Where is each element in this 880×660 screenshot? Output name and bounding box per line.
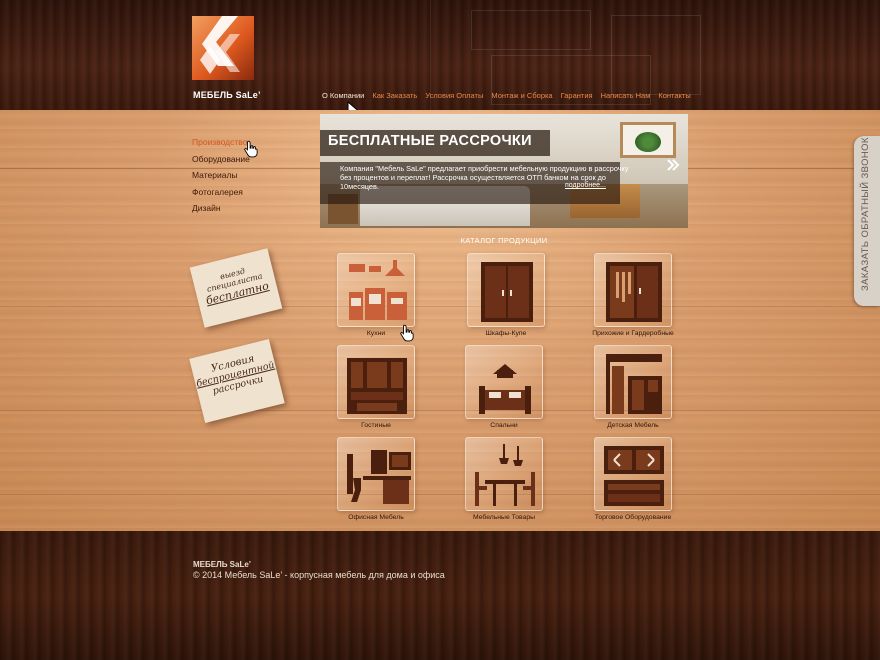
office-icon	[347, 450, 411, 504]
dining-icon	[475, 444, 535, 506]
catalog-item-wardrobes[interactable]: Шкафы-Купе	[467, 253, 547, 345]
catalog-item-label: Офисная Мебель	[348, 514, 404, 521]
footer-copyright: © 2014 Мебель SaLe’ - корпусная мебель д…	[193, 570, 445, 580]
hand-cursor-icon	[244, 140, 258, 158]
logo-mark-icon	[200, 16, 240, 74]
catalog-item-office[interactable]: Офисная Мебель	[337, 437, 417, 529]
sidebar-item-design[interactable]: Дизайн	[192, 203, 250, 220]
hand-cursor-icon	[400, 324, 414, 342]
kids-furniture-icon	[606, 354, 662, 414]
nav-item-assembly[interactable]: Монтаж и Сборка	[491, 91, 552, 103]
banner-more-link[interactable]: подробнее...	[565, 182, 606, 189]
catalog-item-label: Прихожие и Гардеробные	[592, 330, 674, 337]
wardrobe-icon	[481, 262, 533, 322]
catalog-item-furniture-goods[interactable]: Мебельные Товары	[465, 437, 545, 529]
sidebar-item-production[interactable]: Производство	[192, 137, 250, 154]
banner-title: БЕСПЛАТНЫЕ РАССРОЧКИ	[328, 133, 532, 149]
callback-tab[interactable]: ЗАКАЗАТЬ ОБРАТНЫЙ ЗВОНОК	[854, 136, 880, 306]
catalog-item-living-rooms[interactable]: Гостиные	[337, 345, 417, 437]
catalog-item-label: Торговое Оборудование	[594, 514, 672, 521]
footer-brand: МЕБЕЛЬ SaLe’	[193, 560, 252, 569]
catalog-item-hallways[interactable]: Прихожие и Гардеробные	[592, 253, 674, 345]
nav-item-payment[interactable]: Условия Оплаты	[425, 91, 483, 103]
nav-item-how-to-order[interactable]: Как Заказать	[372, 91, 417, 103]
kitchen-icon	[349, 260, 407, 320]
site-footer	[0, 531, 880, 660]
bed-icon	[479, 364, 531, 414]
sidebar-item-equipment[interactable]: Оборудование	[192, 154, 250, 171]
chevron-right-icon[interactable]	[666, 158, 682, 174]
nav-item-warranty[interactable]: Гарантия	[561, 91, 593, 103]
catalog-item-label: Спальни	[490, 422, 518, 429]
catalog-item-kids[interactable]: Детская Мебель	[594, 345, 674, 437]
main-nav: О Компании Как Заказать Условия Оплаты М…	[322, 91, 699, 103]
catalog-item-label: Шкафы-Купе	[485, 330, 527, 337]
banner-photo-plant	[635, 132, 661, 152]
sidebar-item-materials[interactable]: Материалы	[192, 170, 250, 187]
callback-tab-label: ЗАКАЗАТЬ ОБРАТНЫЙ ЗВОНОК	[860, 137, 871, 291]
hallway-icon	[606, 262, 662, 322]
catalog-item-label: Кухни	[366, 330, 386, 337]
catalog-item-retail[interactable]: Торговое Оборудование	[594, 437, 674, 529]
retail-icon	[604, 446, 664, 506]
promo-banner[interactable]: БЕСПЛАТНЫЕ РАССРОЧКИ Компания "Мебель Sa…	[320, 114, 688, 228]
catalog-title: КАТАЛОГ ПРОДУКЦИИ	[460, 236, 548, 245]
sidebar-nav: Производство Оборудование Материалы Фото…	[192, 137, 250, 220]
sidebar-item-gallery[interactable]: Фотогалерея	[192, 187, 250, 204]
catalog-item-label: Мебельные Товары	[472, 514, 535, 521]
catalog-item-label: Гостиные	[361, 422, 391, 429]
nav-item-write-us[interactable]: Написать Нам	[601, 91, 651, 103]
logo[interactable]	[192, 16, 254, 80]
living-room-icon	[347, 358, 407, 414]
catalog-item-label: Детская Мебель	[607, 422, 659, 429]
logo-text: МЕБЕЛЬ SaLe’	[193, 90, 261, 100]
nav-item-contacts[interactable]: Контакты	[658, 91, 690, 103]
catalog-item-bedrooms[interactable]: Спальни	[465, 345, 545, 437]
